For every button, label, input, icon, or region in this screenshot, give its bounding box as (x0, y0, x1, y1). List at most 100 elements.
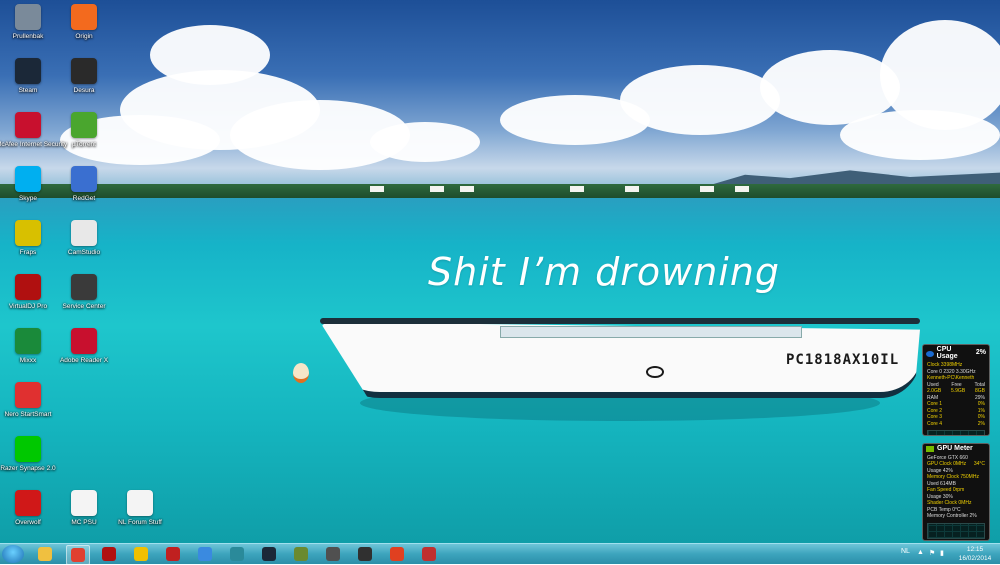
desura-icon (71, 58, 97, 84)
desktop-icon[interactable]: Skype (0, 166, 60, 203)
globe-icon (230, 547, 244, 561)
recorder-icon (422, 547, 436, 561)
taskbar-item-settings[interactable] (322, 545, 344, 563)
steam-icon (262, 547, 276, 561)
desktop-icon-label: VirtualDJ Pro (8, 303, 48, 310)
desktop-icon[interactable]: Overwolf (0, 490, 60, 527)
intel-icon (926, 350, 934, 357)
clock-time: 12:15 (966, 546, 984, 553)
gpu-temp: 34°C (973, 461, 985, 467)
desktop-icon[interactable]: VirtualDJ Pro (0, 274, 60, 311)
boat: PC1818AX10IL (320, 318, 920, 398)
taskbar-item-norton[interactable] (130, 545, 152, 563)
minecraft-icon (294, 547, 308, 561)
desktop-icon-label: µTorrent (72, 141, 96, 148)
desktop-wallpaper[interactable]: Shit I’m drowning PC1818AX10IL Prullenba… (0, 0, 1000, 543)
taskbar-item-skype-alt[interactable] (226, 545, 248, 563)
norton-icon (134, 547, 148, 561)
taskbar-item-virtualdj[interactable] (98, 545, 120, 563)
desktop-icon-label: NL Forum Stuff (118, 519, 162, 526)
four-icon (390, 547, 404, 561)
flag-icon[interactable]: ⚑ (929, 549, 937, 557)
taskbar-item-explorer[interactable] (34, 545, 56, 563)
desktop-icon-label: MC PSU (71, 519, 97, 526)
boat-registration: PC1818AX10IL (786, 352, 900, 368)
desktop-icon[interactable]: Origin (52, 4, 116, 41)
adobe-reader-icon (71, 328, 97, 354)
taskbar-item-recorder[interactable] (418, 545, 440, 563)
desktop-icon[interactable]: RedGet (52, 166, 116, 203)
document-icon (71, 490, 97, 516)
steam-icon (15, 58, 41, 84)
clock[interactable]: 12:15 16/02/2014 (956, 545, 994, 563)
desktop-icon-label: Razer Synapse 2.0 (0, 465, 56, 472)
start-button[interactable] (2, 545, 24, 563)
desktop-icon[interactable]: Razer Synapse 2.0 (0, 436, 60, 473)
chrome-icon (71, 548, 85, 562)
taskbar-item-minecraft[interactable] (290, 545, 312, 563)
desktop-icon-label: Adobe Reader X (59, 357, 109, 364)
desktop-icon[interactable]: Mixxx (0, 328, 60, 365)
gpu-graph (927, 522, 985, 539)
network-icon[interactable]: ▮ (940, 549, 948, 557)
utorrent-icon (71, 112, 97, 138)
taskbar-item-itunes[interactable] (194, 545, 216, 563)
desktop-icon-label: Origin (75, 33, 93, 40)
taskbar-item-soldier[interactable] (354, 545, 376, 563)
desktop-icon[interactable]: Steam (0, 58, 60, 95)
gear-icon (326, 547, 340, 561)
nero-icon (15, 382, 41, 408)
taskbar-item-game[interactable] (162, 545, 184, 563)
desktop-icon[interactable]: Nero StartSmart (0, 382, 60, 419)
boat-emblem (646, 366, 664, 378)
core-name: Core 4 (927, 420, 943, 427)
tray-expand-icon[interactable]: ▲ (917, 549, 925, 557)
taskbar: NL ▲ ⚑ ▮ 12:15 16/02/2014 (0, 543, 1000, 565)
service-center-icon (71, 274, 97, 300)
origin-icon (71, 4, 97, 30)
desktop-icon[interactable]: Desura (52, 58, 116, 95)
desktop-icon-label: Steam (18, 87, 38, 94)
desktop-icon[interactable]: CamStudio (52, 220, 116, 257)
boat-rail (320, 318, 920, 324)
shoreline (0, 184, 1000, 198)
camstudio-icon (71, 220, 97, 246)
virtualdj-icon (102, 547, 116, 561)
taskbar-item-channel4[interactable] (386, 545, 408, 563)
gpu-mem-controller: Memory Controller 2% (927, 513, 977, 519)
desktop-icon[interactable]: Prullenbak (0, 4, 60, 41)
desktop-icon[interactable]: µTorrent (52, 112, 116, 149)
desktop-icon[interactable]: Fraps (0, 220, 60, 257)
desktop-icon[interactable]: MC PSU (52, 490, 116, 527)
desktop-icon-label: Prullenbak (12, 33, 44, 40)
document-icon (127, 490, 153, 516)
cpu-gadget-title: CPU Usage (936, 346, 958, 360)
core-pct: 2% (977, 420, 985, 427)
virtualdj-icon (15, 274, 41, 300)
redget-icon (71, 166, 97, 192)
cpu-usage-gadget[interactable]: CPU Usage 2% Clock 3398MHz Core 0 2320 3… (922, 344, 990, 436)
skype-icon (15, 166, 41, 192)
overwolf-icon (15, 490, 41, 516)
desktop-icon-label: Desura (73, 87, 95, 94)
language-indicator[interactable]: NL (901, 548, 910, 555)
desktop-icon-label: Nero StartSmart (4, 411, 52, 418)
fraps-icon (15, 220, 41, 246)
taskbar-item-steam[interactable] (258, 545, 280, 563)
desktop-icon[interactable]: Service Center (52, 274, 116, 311)
desktop-icon-label: Mixxx (19, 357, 37, 364)
taskbar-item-chrome[interactable] (66, 545, 90, 565)
desktop-icon[interactable]: Adobe Reader X (52, 328, 116, 365)
folder-icon (38, 547, 52, 561)
cpu-graph (927, 430, 985, 435)
desktop-icon-label: RedGet (72, 195, 96, 202)
desktop-icon[interactable]: McAfee Internet Security (0, 112, 67, 149)
desktop-icon-label: Service Center (62, 303, 106, 310)
mcafee-icon (15, 112, 41, 138)
desktop-icon-label: Skype (18, 195, 38, 202)
boat-inner (500, 326, 802, 338)
cpu-percent: 2% (975, 349, 986, 357)
wallpaper-caption: Shit I’m drowning (428, 250, 781, 294)
gpu-meter-gadget[interactable]: GPU Meter GeForce GTX 660 GPU Clock 0MHz… (922, 443, 990, 541)
desktop-icon[interactable]: NL Forum Stuff (108, 490, 172, 527)
